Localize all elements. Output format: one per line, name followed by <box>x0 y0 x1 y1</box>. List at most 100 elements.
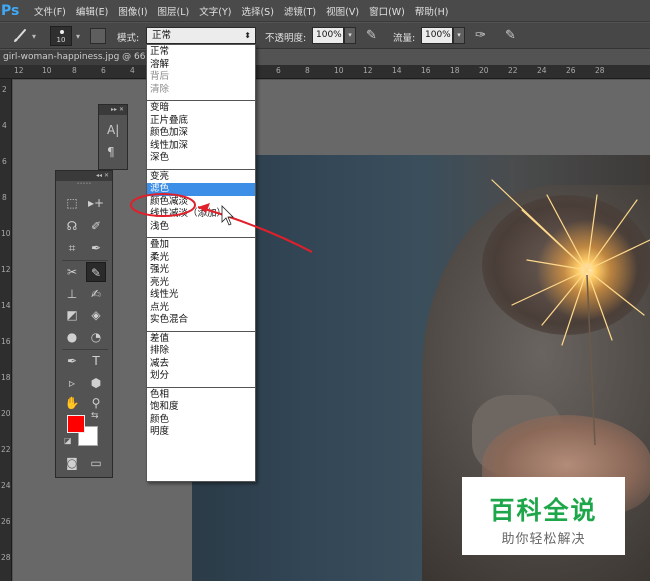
flow-field[interactable]: 100% <box>421 27 453 44</box>
ruler-label: 4 <box>130 66 135 75</box>
eraser-tool-icon[interactable]: ◩ <box>62 305 82 325</box>
watermark-title: 百科全说 <box>489 496 598 525</box>
ruler-label: 22 <box>508 66 518 75</box>
hand-tool-icon[interactable]: ✋ <box>62 393 82 413</box>
toolbox-grip[interactable]: ••••• <box>56 181 112 187</box>
paragraph-panel-icon[interactable]: ¶ <box>107 145 115 159</box>
menu-view[interactable]: 视图(V) <box>326 4 359 18</box>
blend-option-darken[interactable]: 变暗 <box>147 102 255 115</box>
quick-selection-tool-icon[interactable]: ✐ <box>86 216 106 236</box>
menu-layer[interactable]: 图层(L) <box>158 4 190 18</box>
blend-option-vivid-light[interactable]: 亮光 <box>147 277 255 290</box>
menu-select[interactable]: 选择(S) <box>241 4 273 18</box>
blend-option-pin-light[interactable]: 点光 <box>147 302 255 315</box>
blend-mode-value: 正常 <box>152 30 172 41</box>
ruler-label: 26 <box>566 66 576 75</box>
blend-option-multiply[interactable]: 正片叠底 <box>147 115 255 128</box>
pen-tool-icon[interactable]: ✒ <box>62 351 82 371</box>
opacity-dropdown-button[interactable]: ▾ <box>344 27 356 44</box>
tool-preset-chevron-down-icon[interactable]: ▾ <box>32 32 36 41</box>
blend-option-saturation[interactable]: 饱和度 <box>147 401 255 414</box>
menu-image[interactable]: 图像(I) <box>118 4 147 18</box>
blend-option-color-burn[interactable]: 颜色加深 <box>147 127 255 140</box>
brush-tip-icon <box>60 30 64 34</box>
pressure-opacity-icon[interactable]: ✎ <box>366 28 377 43</box>
ruler-label: 14 <box>1 301 11 310</box>
shape-tool-icon[interactable]: ⬢ <box>86 373 106 393</box>
history-brush-tool-icon[interactable]: ✍ <box>86 284 106 304</box>
ruler-label: 26 <box>1 517 11 526</box>
vertical-ruler: 2 4 6 8 10 12 14 16 18 20 22 24 26 28 <box>0 79 12 581</box>
screen-mode-icon[interactable]: ▭ <box>86 453 106 473</box>
menu-filter[interactable]: 滤镜(T) <box>284 4 316 18</box>
ruler-label: 14 <box>392 66 402 75</box>
character-panel-icon[interactable]: A| <box>107 123 119 137</box>
pressure-size-icon[interactable]: ✎ <box>505 28 516 43</box>
crop-tool-icon[interactable]: ⌗ <box>62 238 82 258</box>
brush-preset-picker[interactable]: 10 <box>50 26 72 46</box>
toolbox-header[interactable]: ◂◂ ✕ <box>56 171 112 181</box>
flow-dropdown-button[interactable]: ▾ <box>453 27 465 44</box>
brush-tool-icon[interactable]: ✎ <box>86 262 106 282</box>
horizontal-ruler: 12 10 8 6 4 2 0 2 4 6 8 10 12 14 16 18 2… <box>0 65 650 79</box>
swap-colors-icon[interactable]: ⇆ <box>91 411 99 421</box>
menu-file[interactable]: 文件(F) <box>34 4 66 18</box>
blend-option-lighter-color[interactable]: 浅色 <box>147 221 255 234</box>
blend-option-overlay[interactable]: 叠加 <box>147 239 255 252</box>
blend-option-exclusion[interactable]: 排除 <box>147 345 255 358</box>
blend-option-dissolve[interactable]: 溶解 <box>147 59 255 72</box>
blend-option-color[interactable]: 颜色 <box>147 414 255 427</box>
blend-option-difference[interactable]: 差值 <box>147 333 255 346</box>
updown-arrows-icon: ⬍ <box>244 31 251 40</box>
zoom-tool-icon[interactable]: ⚲ <box>86 393 106 413</box>
blend-option-luminosity[interactable]: 明度 <box>147 426 255 439</box>
blend-option-hue[interactable]: 色相 <box>147 389 255 402</box>
healing-brush-tool-icon[interactable]: ✂ <box>62 262 82 282</box>
menu-help[interactable]: 帮助(H) <box>415 4 449 18</box>
blend-option-color-dodge[interactable]: 颜色减淡 <box>147 196 255 209</box>
brush-tool-icon[interactable] <box>12 28 28 44</box>
ruler-label: 10 <box>1 229 11 238</box>
blend-option-soft-light[interactable]: 柔光 <box>147 252 255 265</box>
path-selection-tool-icon[interactable]: ▹ <box>62 373 82 393</box>
toolbox-divider <box>62 260 108 261</box>
brush-preset-chevron-down-icon[interactable]: ▾ <box>76 32 80 41</box>
airbrush-icon[interactable]: ✑ <box>475 28 486 43</box>
type-tool-icon[interactable]: T <box>86 351 106 371</box>
quick-mask-icon[interactable]: ◙ <box>62 453 82 473</box>
eyedropper-tool-icon[interactable]: ✒ <box>86 238 106 258</box>
blend-mode-dropdown-list: 正常 溶解 背后 清除 变暗 正片叠底 颜色加深 线性加深 深色 变亮 滤色 颜… <box>146 44 256 482</box>
move-tool-icon[interactable]: ▸+ <box>86 193 106 213</box>
dodge-tool-icon[interactable]: ◔ <box>86 327 106 347</box>
paint-bucket-tool-icon[interactable]: ◈ <box>86 305 106 325</box>
blend-option-subtract[interactable]: 减去 <box>147 358 255 371</box>
lasso-tool-icon[interactable]: ☊ <box>62 216 82 236</box>
blend-option-screen[interactable]: 滤色 <box>147 183 255 196</box>
blend-option-hard-light[interactable]: 强光 <box>147 264 255 277</box>
blend-option-linear-light[interactable]: 线性光 <box>147 289 255 302</box>
clone-stamp-tool-icon[interactable]: ⊥ <box>62 284 82 304</box>
character-panel-dock: ▸▸ ✕ A| ¶ <box>98 104 128 170</box>
marquee-tool-icon[interactable]: ⬚ <box>62 193 82 213</box>
blur-tool-icon[interactable]: ● <box>62 327 82 347</box>
ruler-label: 8 <box>2 193 7 202</box>
blend-option-darker-color[interactable]: 深色 <box>147 152 255 165</box>
blend-mode-select[interactable]: 正常 ⬍ <box>146 27 256 44</box>
blend-option-hard-mix[interactable]: 实色混合 <box>147 314 255 327</box>
opacity-field[interactable]: 100% <box>312 27 344 44</box>
foreground-color-swatch[interactable] <box>67 415 85 433</box>
ruler-label: 18 <box>1 373 11 382</box>
ruler-label: 6 <box>101 66 106 75</box>
default-colors-icon[interactable]: ◪ <box>64 436 72 445</box>
document-tab[interactable]: girl-woman-happiness.jpg @ 66 <box>0 50 160 65</box>
blend-option-linear-burn[interactable]: 线性加深 <box>147 140 255 153</box>
blend-option-lighten[interactable]: 变亮 <box>147 171 255 184</box>
menu-edit[interactable]: 编辑(E) <box>76 4 108 18</box>
brush-panel-toggle-button[interactable] <box>90 28 106 44</box>
blend-option-normal[interactable]: 正常 <box>147 46 255 59</box>
menu-type[interactable]: 文字(Y) <box>199 4 231 18</box>
blend-option-divide[interactable]: 划分 <box>147 370 255 383</box>
panel-header[interactable]: ▸▸ ✕ <box>99 105 127 115</box>
blend-option-linear-dodge[interactable]: 线性减淡（添加） <box>147 208 255 221</box>
menu-window[interactable]: 窗口(W) <box>369 4 405 18</box>
